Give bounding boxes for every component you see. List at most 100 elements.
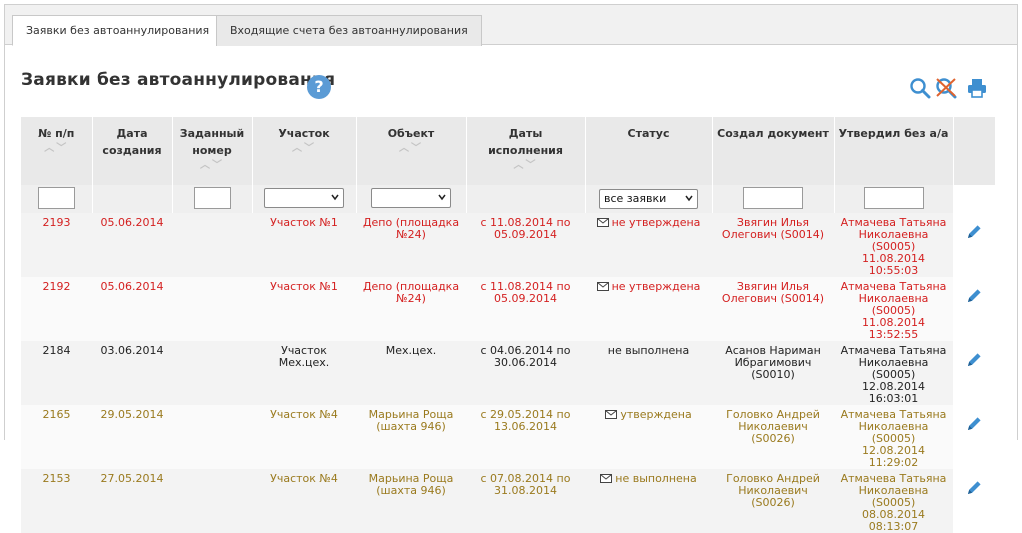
cell-dates: с 07.08.2014 по 31.08.2014 <box>466 469 585 533</box>
tab-incoming-invoices[interactable]: Входящие счета без автоаннулирования <box>216 15 482 46</box>
envelope-icon <box>600 474 613 483</box>
cell-creator: Головко Андрей Николаевич (S0026) <box>712 405 834 469</box>
envelope-icon <box>596 218 609 227</box>
chevron-down-icon <box>438 194 446 200</box>
cell-created: 29.05.2014 <box>92 405 172 469</box>
cell-num: 2153 <box>21 469 92 533</box>
cell-approver: Атмачева Татьяна Николаевна (S0005) 11.08… <box>834 213 953 277</box>
table-row[interactable]: 2193 05.06.2014 Участок №1 Депо (площадк… <box>21 213 995 277</box>
cell-created: 03.06.2014 <box>92 341 172 405</box>
edit-pencil-icon[interactable] <box>965 223 983 241</box>
cell-creator: Звягин Илья Олегович (S0014) <box>712 277 834 341</box>
cell-creator: Головко Андрей Николаевич (S0026) <box>712 469 834 533</box>
edit-pencil-icon[interactable] <box>965 351 983 369</box>
cell-area: Участок №1 <box>252 277 356 341</box>
edit-pencil-icon[interactable] <box>965 415 983 433</box>
cell-assigned <box>172 277 252 341</box>
cell-actions <box>953 341 995 405</box>
cell-dates: с 04.06.2014 по 30.06.2014 <box>466 341 585 405</box>
cell-assigned <box>172 405 252 469</box>
cell-object: Депо (площадка №24) <box>356 277 466 341</box>
filter-assigned-input[interactable] <box>193 186 231 209</box>
cell-created: 05.06.2014 <box>92 277 172 341</box>
col-header-approver: Утвердил без а/а <box>834 117 954 185</box>
cell-area: Участок №1 <box>252 213 356 277</box>
cell-actions <box>953 277 995 341</box>
table-row[interactable]: 2192 05.06.2014 Участок №1 Депо (площадк… <box>21 277 995 341</box>
table-row[interactable]: 2153 27.05.2014 Участок №4 Марьина Роща … <box>21 469 995 533</box>
sort-arrows-icon[interactable]: ︿﹀ <box>470 159 582 173</box>
cell-dates: с 29.05.2014 по 13.06.2014 <box>466 405 585 469</box>
page-title: Заявки без автоаннулирования <box>21 70 336 90</box>
cell-assigned <box>172 341 252 405</box>
help-icon[interactable]: ? <box>307 75 331 99</box>
sort-arrows-icon[interactable]: ︿﹀ <box>176 159 249 173</box>
cell-status: утверждена <box>585 405 712 469</box>
cell-created: 05.06.2014 <box>92 213 172 277</box>
col-header-actions <box>953 117 996 185</box>
table-body: 2193 05.06.2014 Участок №1 Депо (площадк… <box>21 213 995 533</box>
tab-requests[interactable]: Заявки без автоаннулирования <box>12 15 224 46</box>
filter-object-select[interactable] <box>371 187 451 208</box>
filter-area-select[interactable] <box>264 187 344 208</box>
sort-arrows-icon[interactable]: ︿﹀ <box>360 142 463 156</box>
sort-arrows-icon[interactable]: ︿﹀ <box>256 142 353 156</box>
cell-actions <box>953 213 995 277</box>
cell-assigned <box>172 213 252 277</box>
cell-status: не утверждена <box>585 277 712 341</box>
cell-area: Участок №4 <box>252 469 356 533</box>
filter-num-input[interactable] <box>37 186 75 209</box>
clear-search-icon[interactable] <box>935 76 957 100</box>
cell-assigned <box>172 469 252 533</box>
envelope-icon <box>596 282 609 291</box>
edit-pencil-icon[interactable] <box>965 287 983 305</box>
cell-approver: Атмачева Татьяна Николаевна (S0005) 08.08… <box>834 469 953 533</box>
cell-creator: Звягин Илья Олегович (S0014) <box>712 213 834 277</box>
filter-row: все заявки <box>21 185 996 213</box>
envelope-icon <box>605 410 618 419</box>
cell-status: не выполнена <box>585 469 712 533</box>
header-row: № п/п ︿﹀ Дата создания Заданный номер ︿﹀ У… <box>21 117 996 185</box>
requests-table: № п/п ︿﹀ Дата создания Заданный номер ︿﹀ У… <box>21 117 996 533</box>
col-header-created: Дата создания <box>92 117 173 185</box>
col-header-assigned[interactable]: Заданный номер ︿﹀ <box>172 117 253 185</box>
cell-num: 2192 <box>21 277 92 341</box>
cell-area: Участок №4 <box>252 405 356 469</box>
cell-object: Депо (площадка №24) <box>356 213 466 277</box>
chevron-down-icon <box>685 195 693 202</box>
cell-status: не утверждена <box>585 213 712 277</box>
cell-status: не выполнена <box>585 341 712 405</box>
cell-dates: с 11.08.2014 по 05.09.2014 <box>466 277 585 341</box>
cell-object: Марьина Роща (шахта 946) <box>356 405 466 469</box>
col-header-status: Статус <box>585 117 713 185</box>
cell-creator: Асанов Нариман Ибрагимович (S0010) <box>712 341 834 405</box>
col-header-num[interactable]: № п/п ︿﹀ <box>21 117 93 185</box>
search-icon[interactable] <box>909 76 931 100</box>
cell-approver: Атмачева Татьяна Николаевна (S0005) 12.08… <box>834 405 953 469</box>
col-header-area[interactable]: Участок ︿﹀ <box>252 117 357 185</box>
cell-created: 27.05.2014 <box>92 469 172 533</box>
filter-creator-input[interactable] <box>743 186 803 209</box>
cell-actions <box>953 405 995 469</box>
cell-area: Участок Мех.цех. <box>252 341 356 405</box>
cell-approver: Атмачева Татьяна Николаевна (S0005) 12.08… <box>834 341 953 405</box>
print-icon[interactable] <box>966 76 988 100</box>
cell-approver: Атмачева Татьяна Николаевна (S0005) 11.08… <box>834 277 953 341</box>
edit-pencil-icon[interactable] <box>965 479 983 497</box>
sort-arrows-icon[interactable]: ︿﹀ <box>24 142 89 156</box>
filter-approver-input[interactable] <box>863 186 924 209</box>
cell-object: Марьина Роща (шахта 946) <box>356 469 466 533</box>
col-header-dates[interactable]: Даты исполнения ︿﹀ <box>466 117 586 185</box>
filter-status-select[interactable]: все заявки <box>599 189 698 209</box>
tab-bar: Заявки без автоаннулирования Входящие сч… <box>5 5 1017 46</box>
cell-num: 2193 <box>21 213 92 277</box>
col-header-creator: Создал документ <box>712 117 835 185</box>
cell-object: Мех.цех. <box>356 341 466 405</box>
cell-num: 2165 <box>21 405 92 469</box>
cell-actions <box>953 469 995 533</box>
table-row[interactable]: 2165 29.05.2014 Участок №4 Марьина Роща … <box>21 405 995 469</box>
chevron-down-icon <box>331 194 339 200</box>
cell-dates: с 11.08.2014 по 05.09.2014 <box>466 213 585 277</box>
col-header-object[interactable]: Объект ︿﹀ <box>356 117 467 185</box>
table-row[interactable]: 2184 03.06.2014 Участок Мех.цех. Мех.цех… <box>21 341 995 405</box>
